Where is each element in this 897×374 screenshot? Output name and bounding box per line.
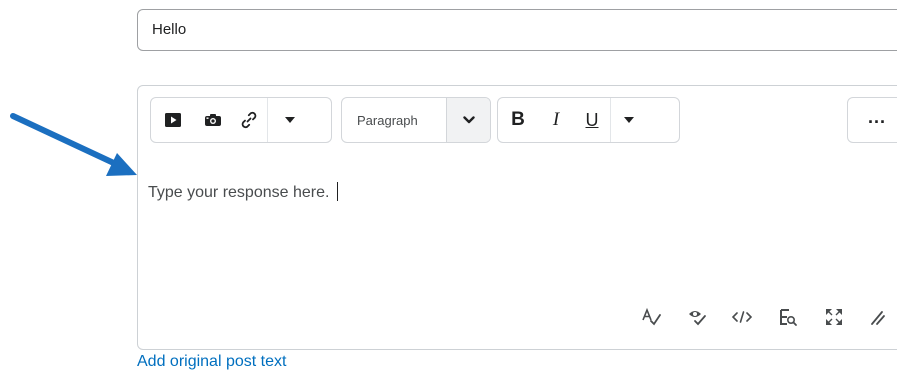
- italic-button[interactable]: I: [538, 98, 574, 142]
- source-code-button[interactable]: [731, 306, 753, 328]
- more-style-options-button[interactable]: [611, 98, 647, 142]
- block-format-select[interactable]: Paragraph: [341, 97, 491, 143]
- text-cursor: [337, 182, 339, 201]
- block-format-label: Paragraph: [357, 112, 418, 128]
- link-icon: [241, 111, 257, 129]
- insert-toolbar-group: [150, 97, 332, 143]
- camera-icon: [205, 114, 221, 126]
- resize-handle[interactable]: [866, 306, 888, 328]
- subject-input[interactable]: Hello: [137, 9, 897, 51]
- resize-grip-icon: [871, 311, 885, 325]
- caret-down-icon: [285, 117, 295, 123]
- preview-button[interactable]: [777, 306, 799, 328]
- insert-link-button[interactable]: [231, 98, 267, 142]
- preview-icon: [780, 309, 797, 326]
- editor-placeholder-text: Type your response here.: [148, 184, 330, 201]
- editor-content[interactable]: Type your response here.: [148, 182, 339, 202]
- more-insert-options-button[interactable]: [268, 98, 312, 142]
- more-actions-group: ...: [847, 97, 897, 143]
- underline-button[interactable]: U: [574, 98, 610, 142]
- discussion-reply-form: Hello Paragraph B I U ... Type your resp…: [0, 0, 897, 374]
- add-original-post-text-link[interactable]: Add original post text: [137, 353, 286, 371]
- accessibility-check-icon: [689, 311, 706, 326]
- text-style-toolbar-group: B I U: [497, 97, 680, 143]
- fullscreen-button[interactable]: [823, 306, 845, 328]
- code-icon: [732, 311, 752, 323]
- video-icon: [165, 113, 181, 127]
- more-actions-button[interactable]: ...: [848, 98, 897, 142]
- insert-stuff-button[interactable]: [195, 98, 231, 142]
- block-format-dropdown-button[interactable]: [446, 98, 490, 142]
- spellcheck-icon: [642, 307, 661, 326]
- chevron-down-icon: [462, 116, 475, 124]
- insert-media-button[interactable]: [151, 98, 195, 142]
- spellcheck-button[interactable]: [640, 306, 662, 328]
- accessibility-checker-button[interactable]: [686, 306, 708, 328]
- bold-button[interactable]: B: [498, 98, 538, 142]
- caret-down-icon: [624, 117, 634, 123]
- fullscreen-icon: [826, 309, 842, 325]
